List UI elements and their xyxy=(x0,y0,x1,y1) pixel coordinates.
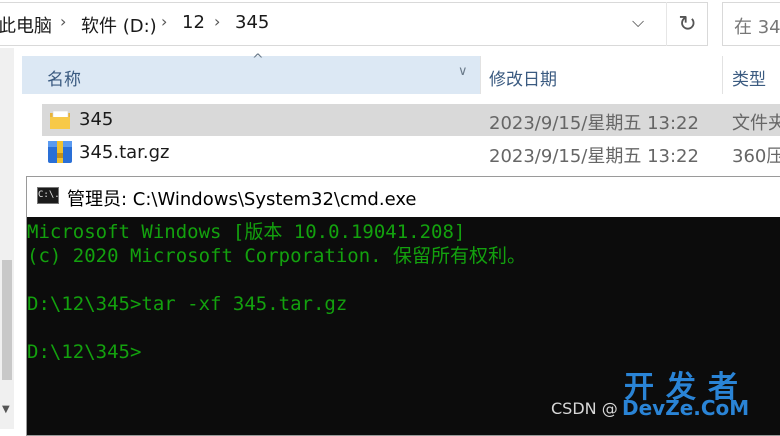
refresh-button[interactable]: ↻ xyxy=(666,2,708,46)
search-placeholder: 在 345 xyxy=(734,17,780,38)
column-header-modified[interactable]: 修改日期 xyxy=(489,65,557,90)
file-type: 360压 xyxy=(732,146,780,167)
file-modified: 2023/9/15/星期五 13:22 xyxy=(489,113,699,134)
scrollbar-thumb[interactable] xyxy=(2,260,12,380)
breadcrumb-folder-12[interactable]: 12 xyxy=(182,12,205,33)
console-line: Microsoft Windows [版本 10.0.19041.208] xyxy=(27,221,466,243)
archive-icon xyxy=(48,141,72,163)
sort-ascending-icon: ^ xyxy=(252,52,264,68)
chevron-down-icon[interactable]: ⌵ xyxy=(632,12,644,32)
column-divider[interactable] xyxy=(722,56,723,94)
breadcrumb-folder-345[interactable]: 345 xyxy=(235,12,269,33)
column-divider[interactable] xyxy=(480,56,481,94)
file-name[interactable]: 345.tar.gz xyxy=(79,142,170,163)
breadcrumb-separator-icon[interactable]: › xyxy=(60,12,66,31)
column-header-name[interactable] xyxy=(22,56,480,94)
file-name[interactable]: 345 xyxy=(79,109,113,130)
file-modified: 2023/9/15/星期五 13:22 xyxy=(489,146,699,167)
console-prompt[interactable]: D:\12\345> xyxy=(27,340,141,364)
breadcrumb-drive[interactable]: 软件 (D:) xyxy=(81,12,157,38)
folder-icon xyxy=(50,111,70,129)
refresh-icon: ↻ xyxy=(678,11,697,37)
file-type: 文件夹 xyxy=(732,113,780,134)
breadcrumb-separator-icon[interactable]: › xyxy=(161,12,167,31)
console-line: D:\12\345>tar -xf 345.tar.gz xyxy=(27,293,348,315)
breadcrumb-separator-icon[interactable]: › xyxy=(214,12,220,31)
column-header-type[interactable]: 类型 xyxy=(732,65,766,90)
cmd-window-title: 管理员: C:\Windows\System32\cmd.exe xyxy=(67,189,417,210)
column-filter-chevron-icon[interactable]: ∨ xyxy=(458,64,468,79)
cmd-app-icon[interactable]: C:\. xyxy=(37,187,60,204)
scroll-down-arrow-icon[interactable]: ▼ xyxy=(2,404,10,415)
console-line: (c) 2020 Microsoft Corporation. 保留所有权利。 xyxy=(27,245,527,267)
csdn-watermark: CSDN @ xyxy=(551,399,618,418)
column-name-label: 名称 xyxy=(47,70,81,90)
site-watermark-en: DevZe.CoM xyxy=(622,396,750,420)
breadcrumb-this-pc[interactable]: 此电脑 xyxy=(0,12,52,38)
